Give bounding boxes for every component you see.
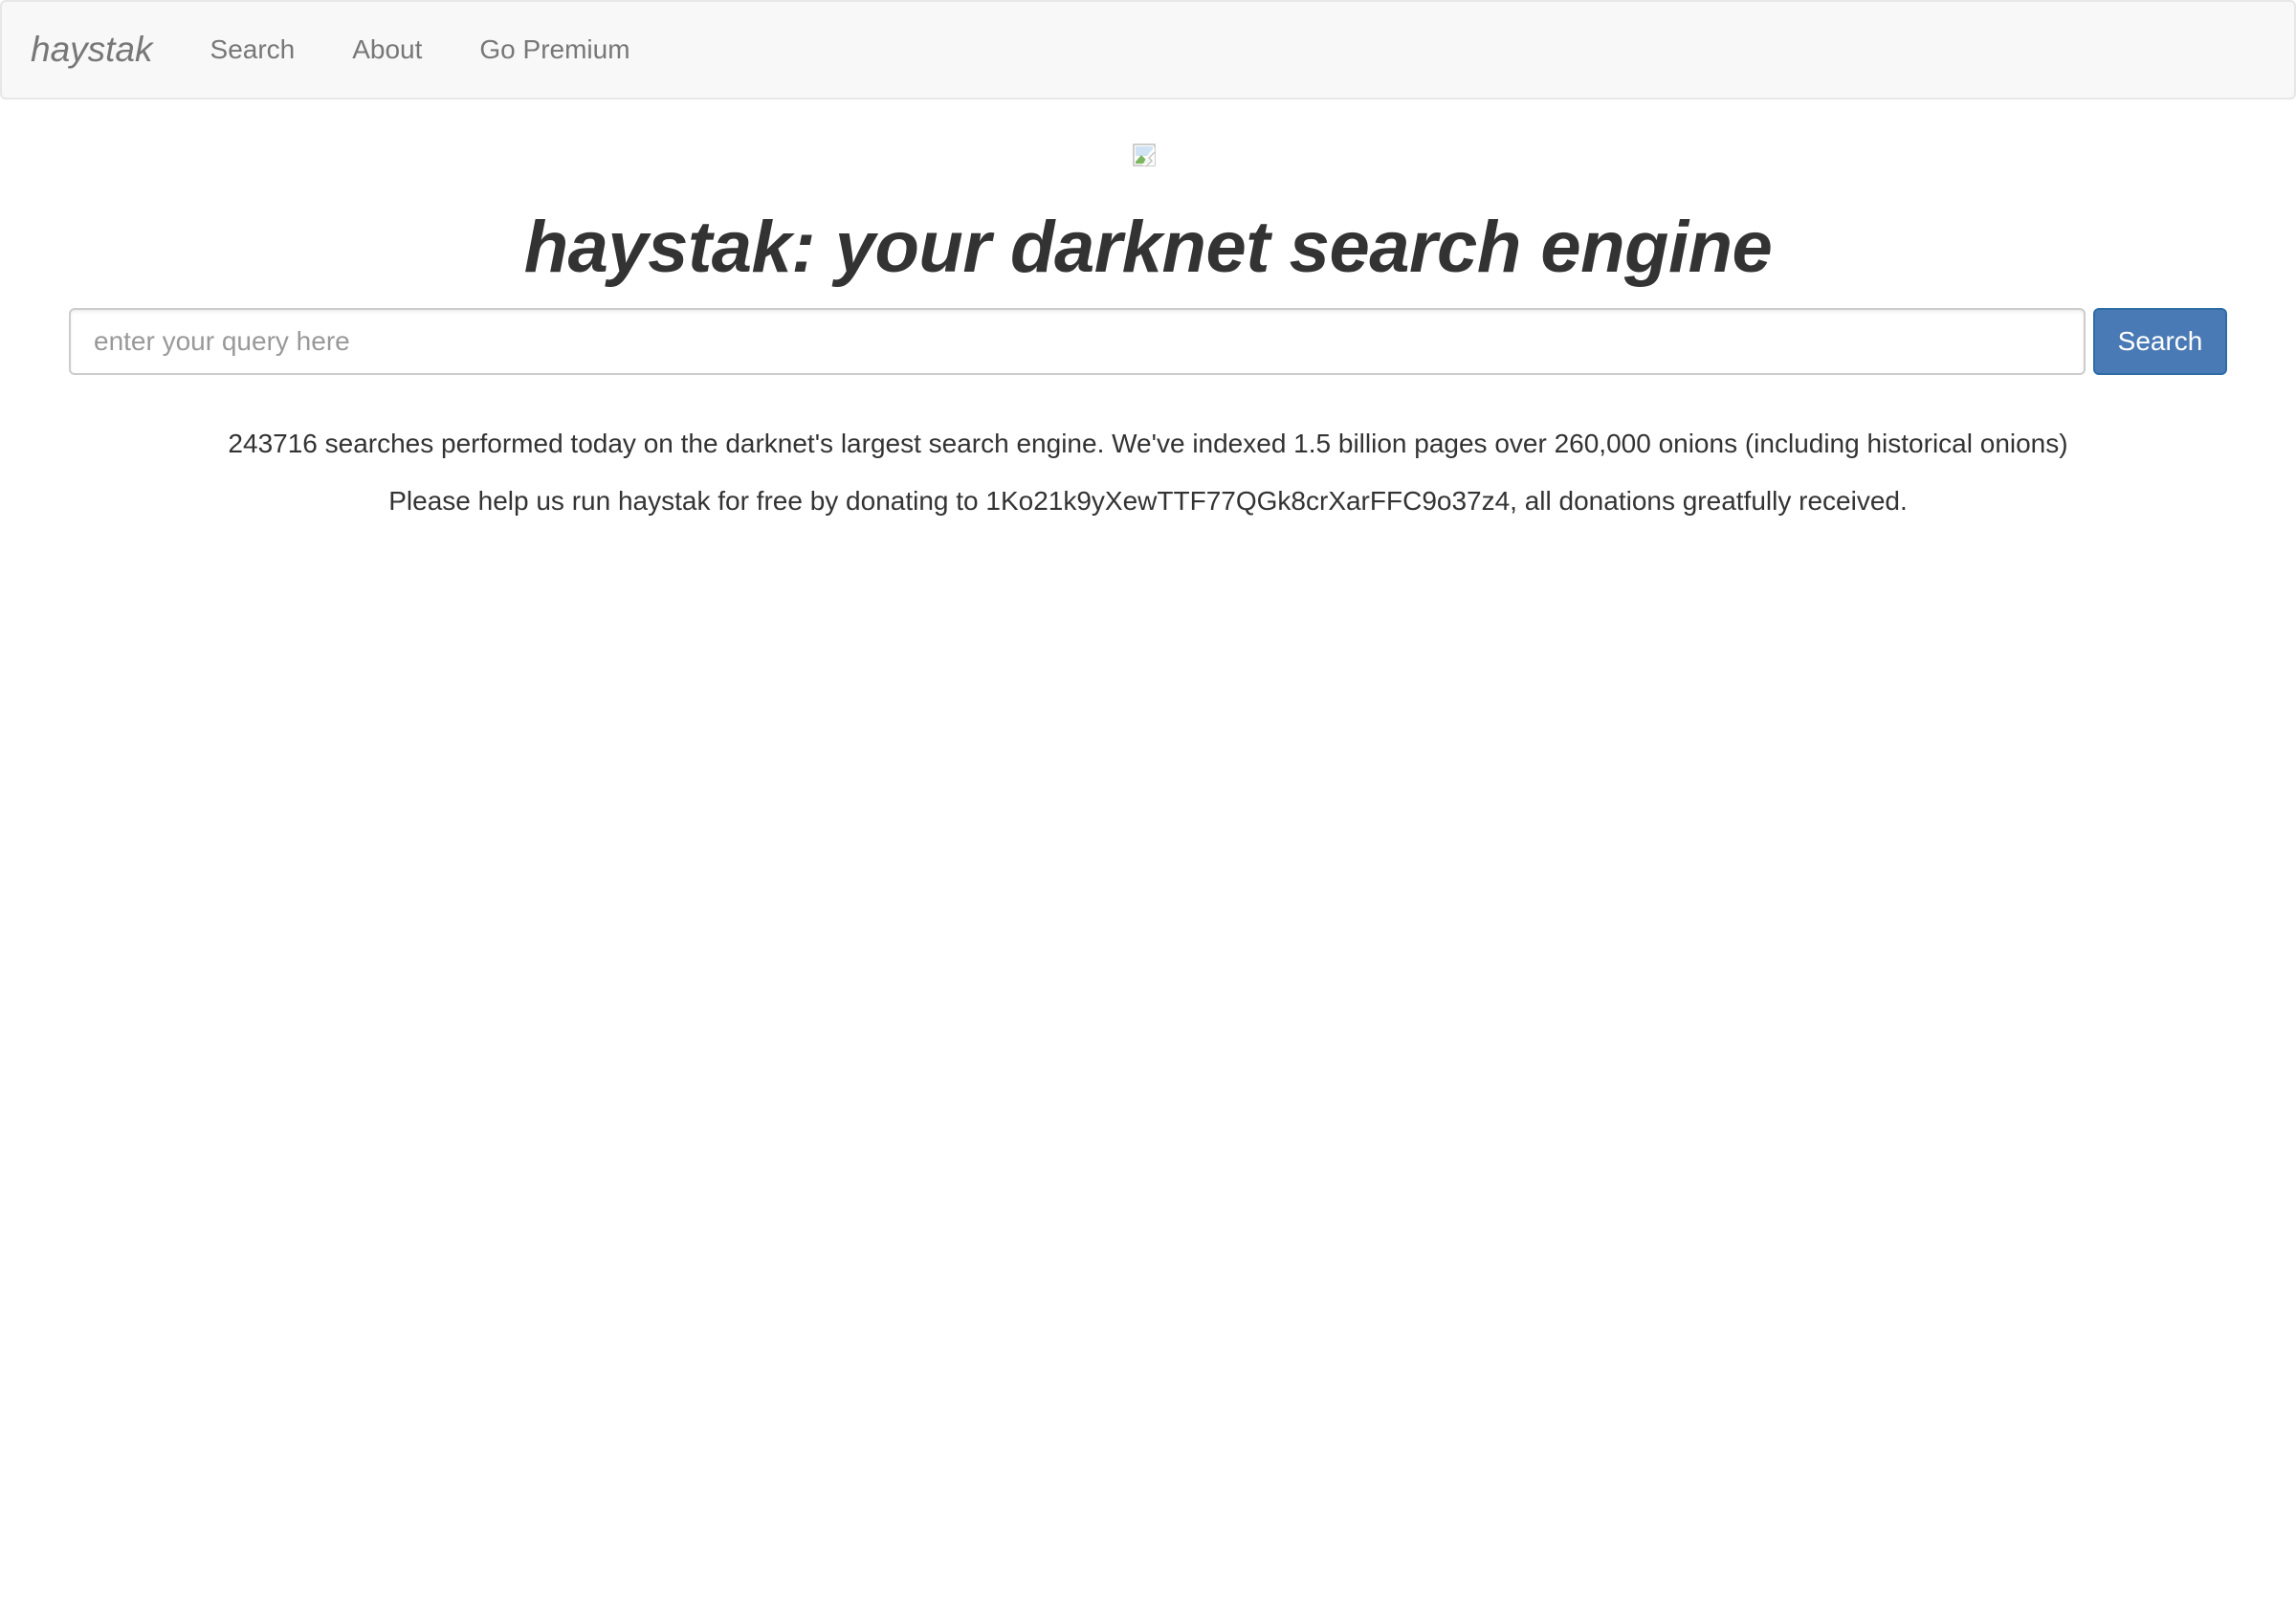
broken-image-icon bbox=[1133, 143, 1165, 176]
search-stats-text: 243716 searches performed today on the d… bbox=[228, 429, 2068, 458]
donation-text: Please help us run haystak for free by d… bbox=[388, 486, 1908, 516]
nav-links: Search About Go Premium bbox=[182, 34, 659, 65]
page-title: haystak: your darknet search engine bbox=[523, 207, 1773, 288]
search-button[interactable]: Search bbox=[2093, 308, 2227, 375]
nav-link-about[interactable]: About bbox=[323, 34, 451, 65]
brand-link[interactable]: haystak bbox=[31, 30, 153, 70]
nav-link-search[interactable]: Search bbox=[182, 34, 324, 65]
search-form: Search bbox=[69, 308, 2227, 375]
nav-link-go-premium[interactable]: Go Premium bbox=[451, 34, 658, 65]
search-input[interactable] bbox=[69, 308, 2086, 375]
top-navbar: haystak Search About Go Premium bbox=[0, 0, 2296, 99]
